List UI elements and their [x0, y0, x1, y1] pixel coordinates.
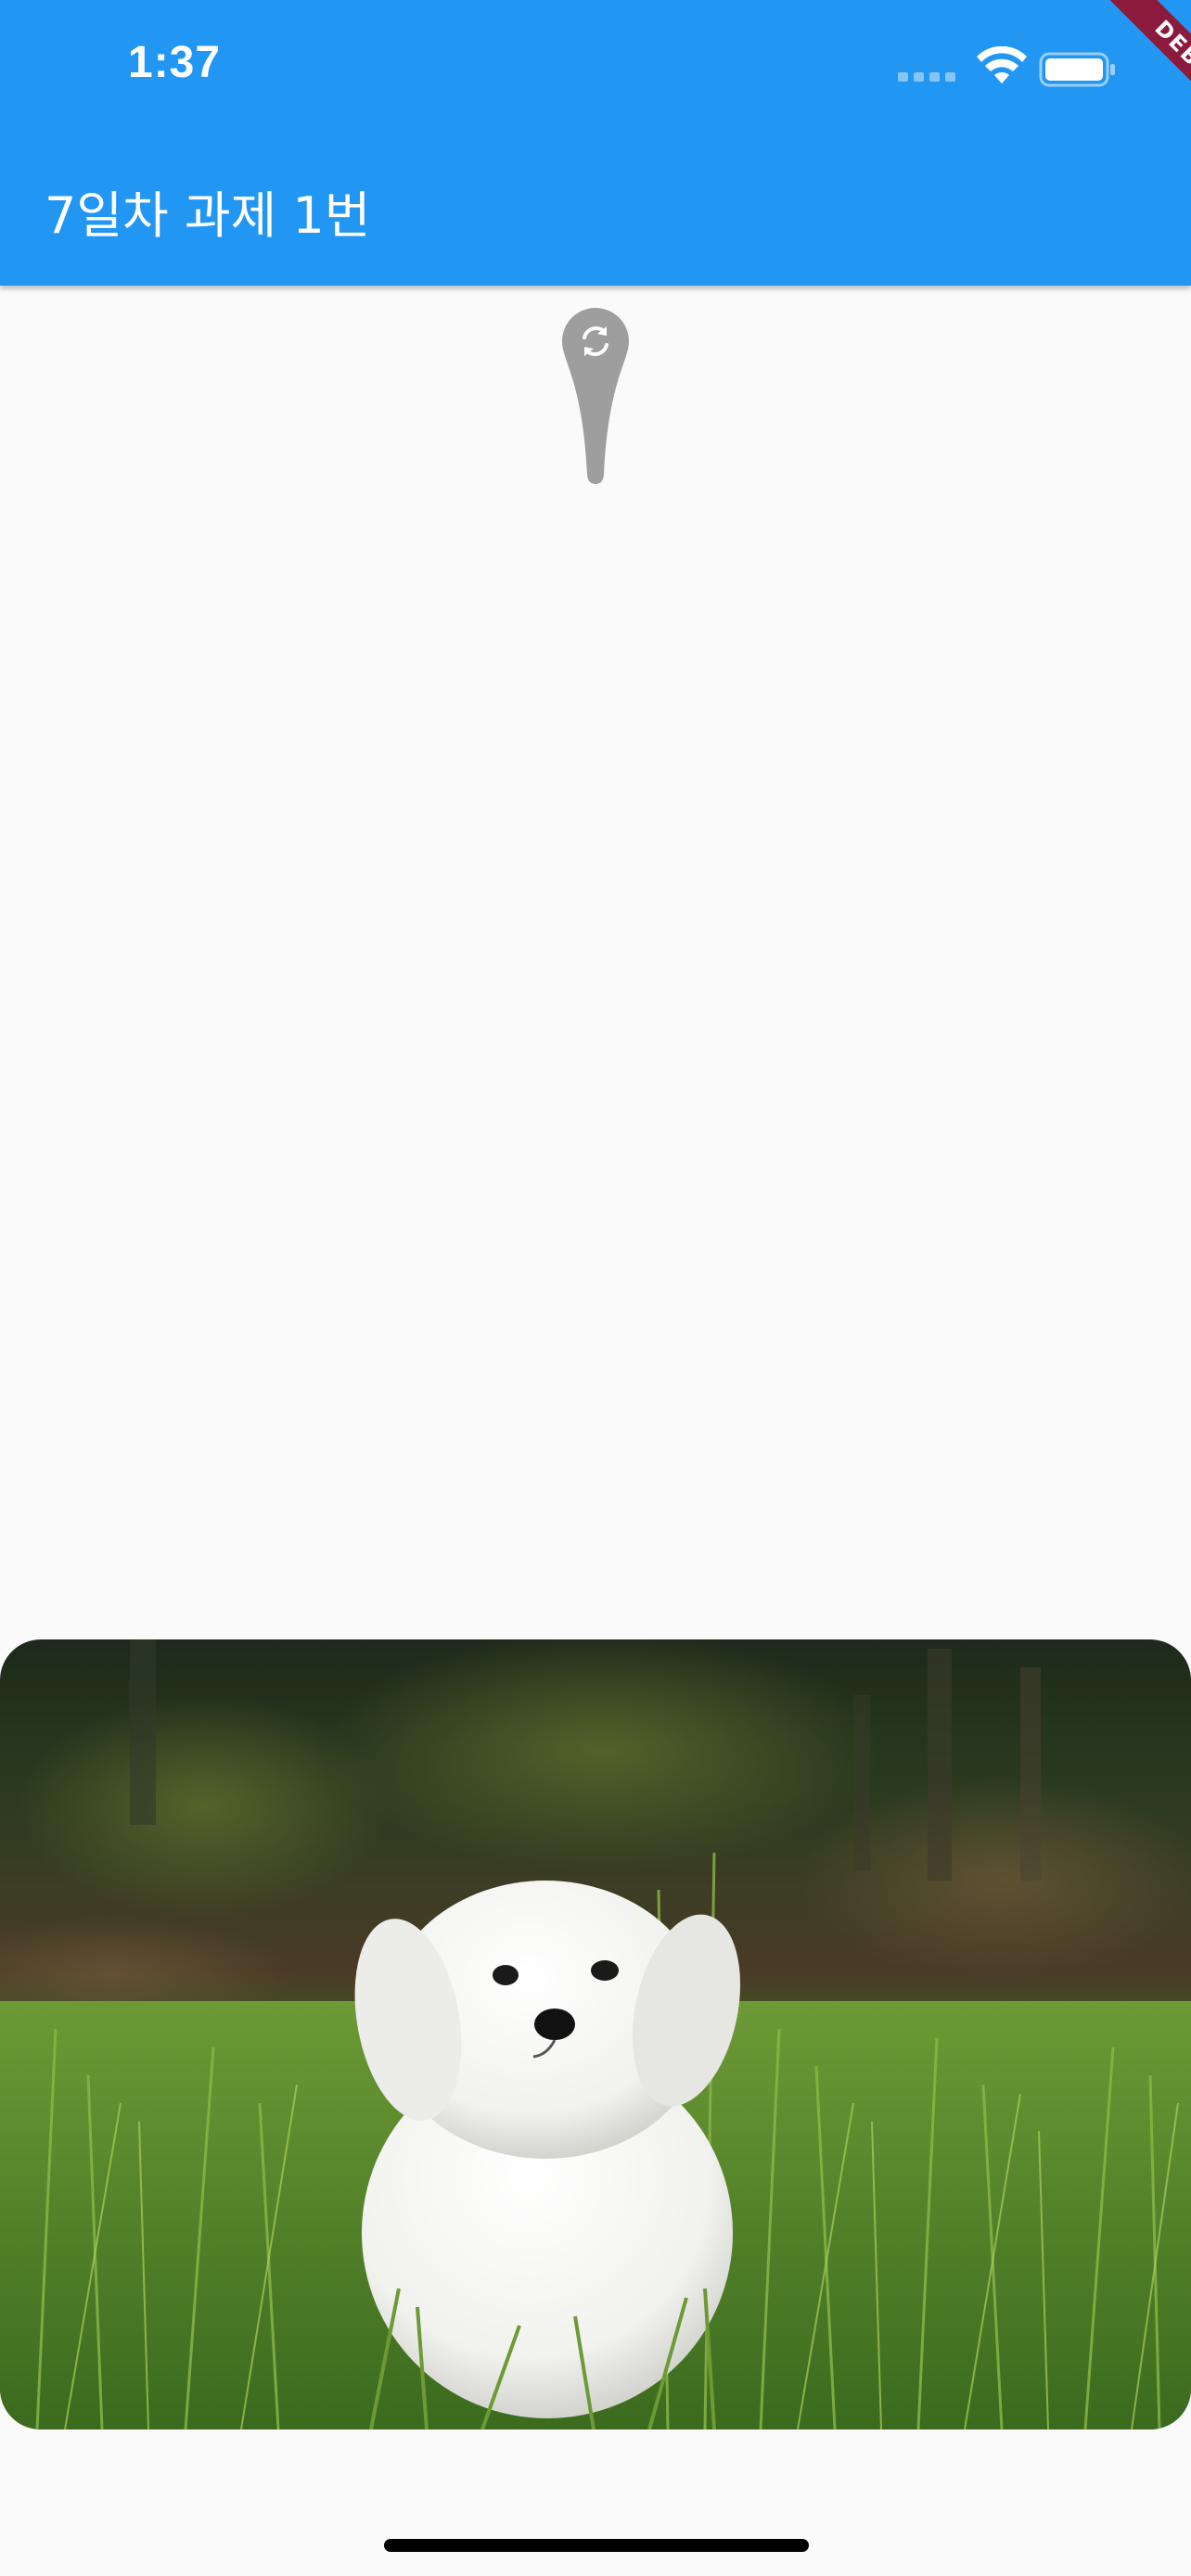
- page-title: 7일차 과제 1번: [45, 186, 371, 245]
- debug-label: DEBUG: [1081, 0, 1191, 158]
- pull-to-refresh-indicator: [562, 308, 629, 484]
- dog-photo: [0, 1639, 1191, 2429]
- cellular-signal-icon: [898, 72, 957, 82]
- status-time: 1:37: [128, 38, 222, 87]
- debug-banner: DEBUG: [1033, 0, 1191, 158]
- wifi-icon: [977, 46, 1027, 83]
- app-bar: 1:37 7일차 과제 1번: [0, 0, 1191, 286]
- home-indicator[interactable]: [384, 2539, 809, 2552]
